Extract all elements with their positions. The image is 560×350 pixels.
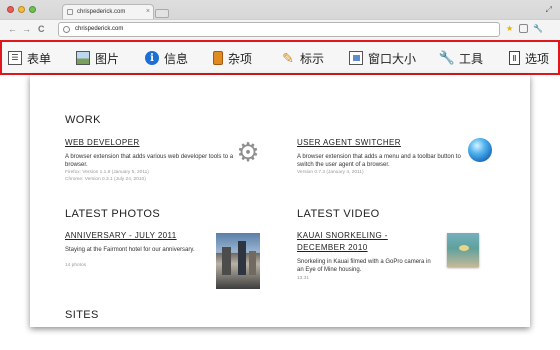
image-icon xyxy=(76,51,90,65)
toolbar-options-button[interactable]: Ⅱ 选项 xyxy=(509,49,549,67)
user-agent-switcher-link[interactable]: USER AGENT SWITCHER xyxy=(297,137,401,148)
browser-tab[interactable]: chrispederick.com × xyxy=(62,4,154,19)
kauai-video-description: Snorkeling in Kauai filmed with a GoPro … xyxy=(297,259,431,273)
user-agent-switcher-version: Version 0.7.3 (January 4, 2011) xyxy=(297,170,364,175)
forward-icon[interactable]: → xyxy=(22,23,31,35)
web-developer-firefox-version: Firefox: Version 1.1.9 (January 5, 2011) xyxy=(65,170,149,175)
toolbar-item-label: 标示 xyxy=(300,51,325,66)
toolbar-information-button[interactable]: i 信息 xyxy=(145,49,188,67)
developer-toolbar: ☰ 表单 图片 i 信息 杂项 ✎ 标示 窗口大小 🔧 工具 Ⅱ 选项 xyxy=(0,40,560,75)
new-tab-button[interactable] xyxy=(155,9,169,18)
photo-count: 14 photos xyxy=(65,263,87,268)
address-url: chrispederick.com xyxy=(75,26,124,32)
misc-icon xyxy=(213,51,223,65)
work-heading: WORK xyxy=(65,114,101,126)
toolbar-tools-button[interactable]: 🔧 工具 xyxy=(438,49,484,67)
kauai-video-link-line1[interactable]: KAUAI SNORKELING - xyxy=(297,230,388,241)
options-icon: Ⅱ xyxy=(509,51,520,65)
anniversary-album-link[interactable]: ANNIVERSARY - JULY 2011 xyxy=(65,230,177,241)
toolbar-outline-button[interactable]: ✎ 标示 xyxy=(281,49,324,67)
web-developer-chrome-version: Chrome: Version 0.3.1 (July 24, 2010) xyxy=(65,177,146,182)
star-icon[interactable]: ★ xyxy=(506,24,513,34)
user-agent-switcher-description: A browser extension that adds a menu and… xyxy=(297,154,461,168)
address-bar[interactable]: chrispederick.com xyxy=(58,22,500,37)
resize-icon xyxy=(349,51,363,65)
toolbar-images-button[interactable]: 图片 xyxy=(76,49,119,67)
form-icon: ☰ xyxy=(8,51,22,65)
kauai-video-link-line2[interactable]: DECEMBER 2010 xyxy=(297,242,368,253)
tab-close-icon[interactable]: × xyxy=(146,5,150,19)
globe-icon xyxy=(63,26,70,33)
toolbar-resize-button[interactable]: 窗口大小 xyxy=(349,49,416,67)
extension-icon[interactable] xyxy=(519,24,528,33)
gear-icon[interactable]: ⚙ xyxy=(235,139,261,165)
toolbar-item-label: 图片 xyxy=(95,51,120,66)
web-developer-description: A browser extension that adds various we… xyxy=(65,154,234,168)
minimize-window-button[interactable] xyxy=(18,6,25,13)
wrench-icon[interactable]: 🔧 xyxy=(533,24,543,34)
fullscreen-icon[interactable]: ⤢ xyxy=(546,5,552,15)
latest-photos-heading: LATEST PHOTOS xyxy=(65,208,161,220)
favicon-icon xyxy=(67,9,73,15)
browser-chrome: chrispederick.com × ⤢ ← → C chrispederic… xyxy=(0,0,560,40)
latest-video-heading: LATEST VIDEO xyxy=(297,208,380,220)
toolbar-miscellaneous-button[interactable]: 杂项 xyxy=(213,49,252,67)
toolbar-item-label: 杂项 xyxy=(228,51,253,66)
toolbar-item-label: 信息 xyxy=(164,51,189,66)
sites-heading: SITES xyxy=(65,309,99,321)
toolbar-item-label: 选项 xyxy=(525,51,550,66)
navigation-bar: ← → C chrispederick.com ★ 🔧 xyxy=(0,19,560,40)
page-content: WORK WEB DEVELOPER A browser extension t… xyxy=(30,75,530,327)
video-thumbnail[interactable] xyxy=(447,233,479,267)
video-duration: 13:31 xyxy=(297,276,310,281)
toolbar-forms-button[interactable]: ☰ 表单 xyxy=(8,49,51,67)
tab-title: chrispederick.com xyxy=(77,9,126,15)
toolbar-item-label: 表单 xyxy=(27,51,52,66)
tools-wrench-icon: 🔧 xyxy=(438,50,456,65)
info-icon: i xyxy=(145,51,159,65)
photo-thumbnail[interactable] xyxy=(216,233,260,289)
window-controls xyxy=(7,6,36,13)
close-window-button[interactable] xyxy=(7,6,14,13)
globe-sphere-icon[interactable] xyxy=(468,138,492,162)
web-developer-link[interactable]: WEB DEVELOPER xyxy=(65,137,140,148)
toolbar-item-label: 工具 xyxy=(459,51,484,66)
back-icon[interactable]: ← xyxy=(8,23,17,35)
maximize-window-button[interactable] xyxy=(29,6,36,13)
reload-icon[interactable]: C xyxy=(38,23,45,35)
toolbar-item-label: 窗口大小 xyxy=(368,51,417,66)
outline-pencil-icon: ✎ xyxy=(282,49,294,66)
anniversary-description: Staying at the Fairmont hotel for our an… xyxy=(65,247,195,253)
